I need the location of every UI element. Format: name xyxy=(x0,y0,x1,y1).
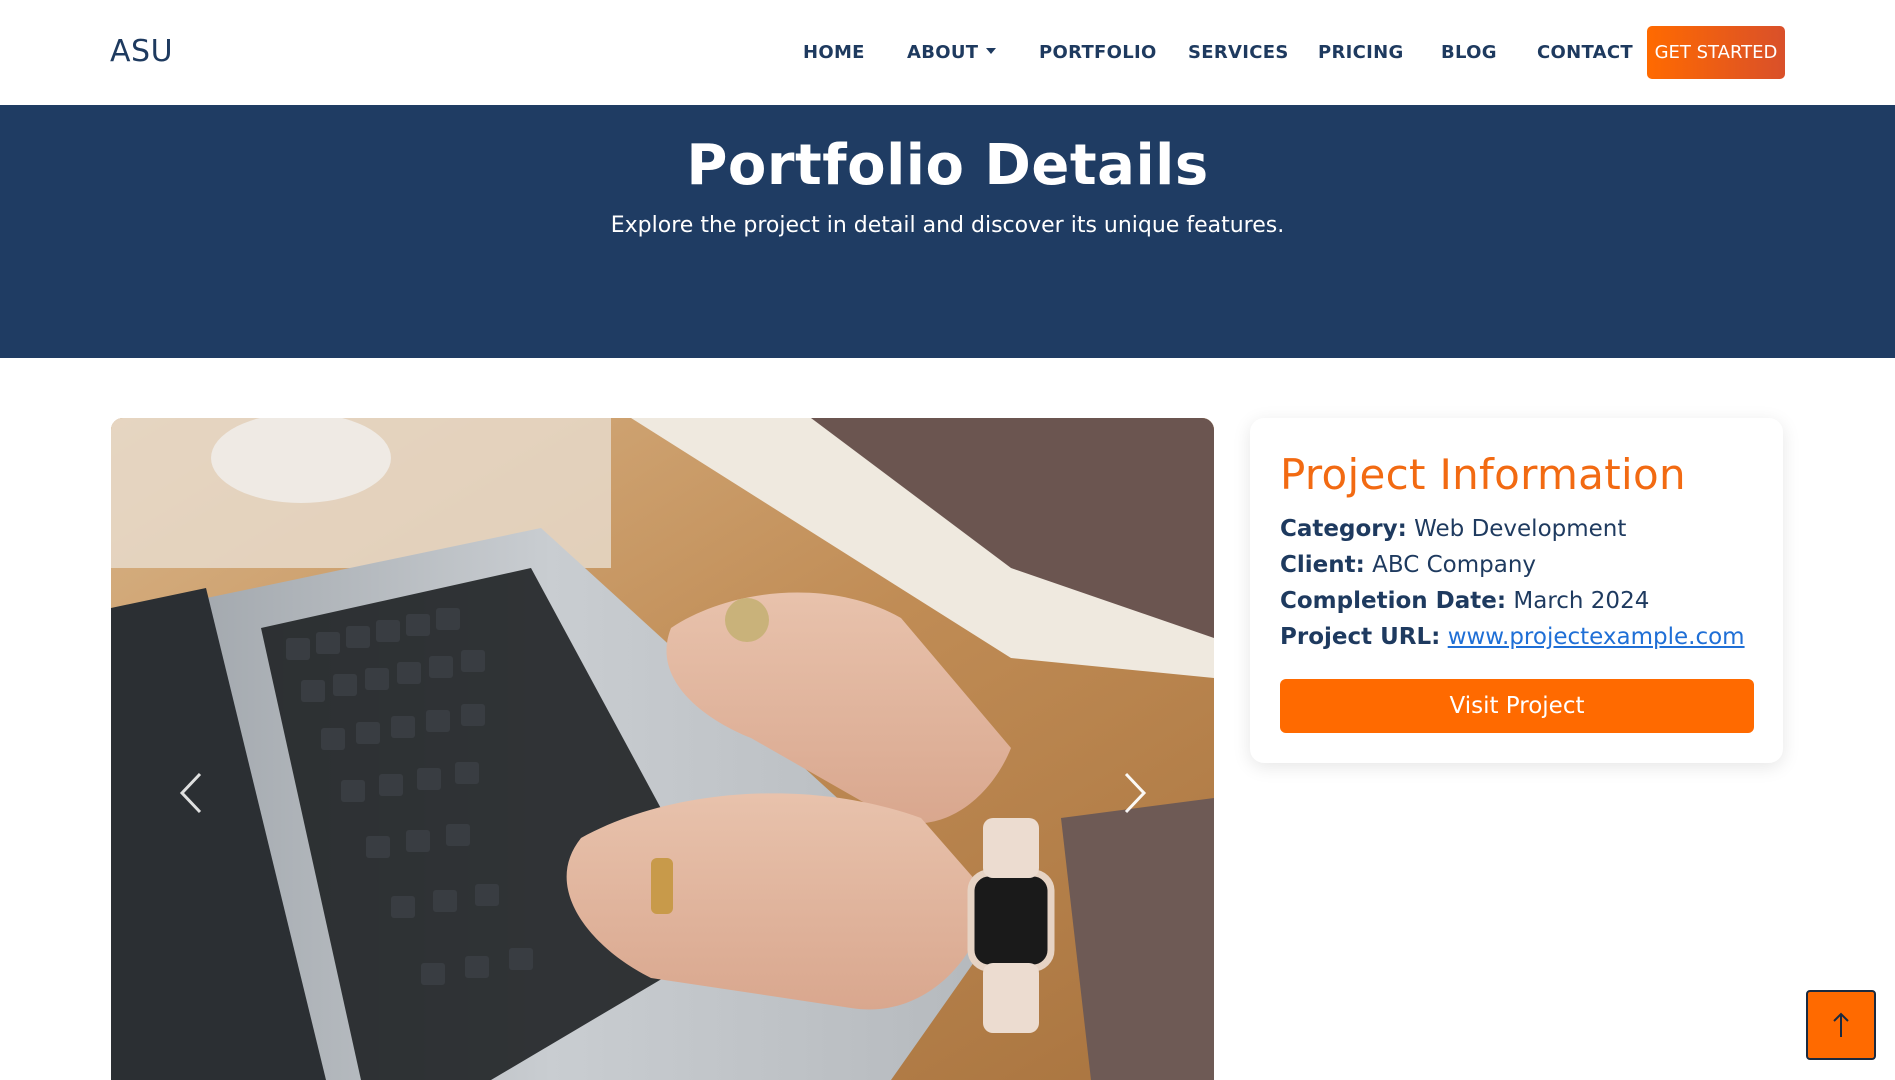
arrow-up-icon xyxy=(1833,1012,1849,1037)
carousel-next-icon[interactable] xyxy=(1114,768,1154,818)
caret-down-icon xyxy=(986,48,997,54)
nav-about-label: ABOUT xyxy=(907,42,979,63)
page-subtitle: Explore the project in detail and discov… xyxy=(610,213,1285,238)
nav-about[interactable]: ABOUT xyxy=(907,42,997,63)
site-header: ASU HOME ABOUT PORTFOLIO SERVICES PRICIN… xyxy=(0,0,1895,105)
info-client: Client: ABC Company xyxy=(1280,552,1536,578)
nav-blog[interactable]: BLOG xyxy=(1441,42,1497,63)
nav-pricing[interactable]: PRICING xyxy=(1318,42,1404,63)
project-info-card: Project Information Category: Web Develo… xyxy=(1250,418,1783,763)
carousel-prev-icon[interactable] xyxy=(172,768,212,818)
laptop-photo xyxy=(111,418,1214,1080)
info-completion-date: Completion Date: March 2024 xyxy=(1280,588,1649,614)
url-label: Project URL: xyxy=(1280,624,1441,650)
category-label: Category: xyxy=(1280,516,1407,542)
info-category: Category: Web Development xyxy=(1280,516,1626,542)
get-started-button[interactable]: GET STARTED xyxy=(1647,26,1785,79)
nav-portfolio[interactable]: PORTFOLIO xyxy=(1039,42,1157,63)
category-value: Web Development xyxy=(1414,516,1627,542)
portfolio-image-carousel xyxy=(111,418,1214,1080)
date-value: March 2024 xyxy=(1513,588,1650,614)
project-info-title: Project Information xyxy=(1280,450,1686,499)
client-label: Client: xyxy=(1280,552,1365,578)
nav-services[interactable]: SERVICES xyxy=(1188,42,1289,63)
nav-home[interactable]: HOME xyxy=(803,42,865,63)
info-project-url: Project URL: www.projectexample.com xyxy=(1280,624,1745,650)
page-title: Portfolio Details xyxy=(686,133,1209,198)
date-label: Completion Date: xyxy=(1280,588,1507,614)
nav-contact[interactable]: CONTACT xyxy=(1537,42,1633,63)
page-hero: Portfolio Details Explore the project in… xyxy=(0,105,1895,358)
client-value: ABC Company xyxy=(1372,552,1537,578)
site-logo[interactable]: ASU xyxy=(110,34,173,69)
scroll-to-top-button[interactable] xyxy=(1806,990,1876,1060)
project-url-link[interactable]: www.projectexample.com xyxy=(1448,624,1745,650)
visit-project-button[interactable]: Visit Project xyxy=(1280,679,1754,733)
